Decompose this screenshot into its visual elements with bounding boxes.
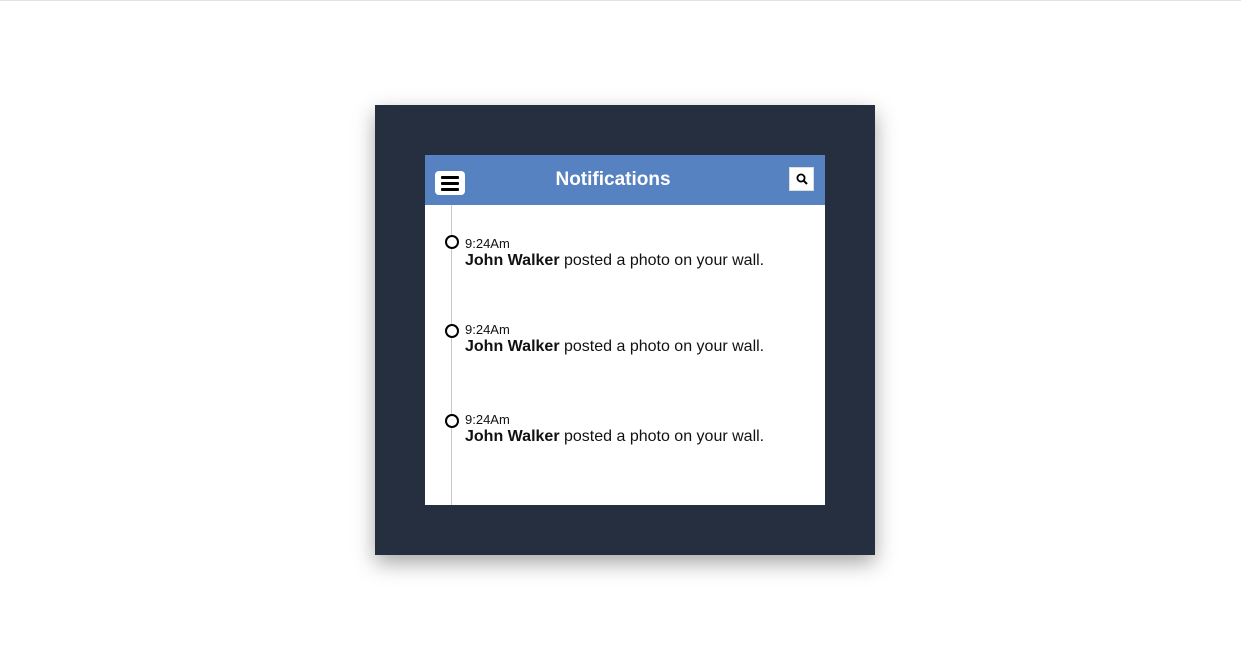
notification-text: John Walker posted a photo on your wall. bbox=[465, 338, 764, 356]
notification-action: posted a photo on your wall. bbox=[559, 252, 765, 269]
timeline-line bbox=[451, 205, 452, 505]
page-title: Notifications bbox=[555, 169, 671, 190]
notification-user-name: John Walker bbox=[465, 338, 560, 355]
timeline-dot-icon bbox=[445, 414, 459, 428]
search-button[interactable] bbox=[789, 167, 814, 191]
notification-text: John Walker posted a photo on your wall. bbox=[465, 252, 764, 270]
header-bar: Notifications bbox=[425, 155, 825, 205]
search-icon bbox=[796, 173, 808, 185]
notification-user-name: John Walker bbox=[465, 252, 560, 269]
notifications-card: Notifications 9:24Am John Walker posted … bbox=[425, 155, 825, 505]
notification-time: 9:24Am bbox=[465, 412, 510, 427]
timeline-dot-icon bbox=[445, 235, 459, 249]
page-top-border bbox=[0, 0, 1241, 1]
device-frame: Notifications 9:24Am John Walker posted … bbox=[375, 105, 875, 555]
notification-action: posted a photo on your wall. bbox=[559, 338, 765, 355]
notification-time: 9:24Am bbox=[465, 322, 510, 337]
notification-text: John Walker posted a photo on your wall. bbox=[465, 428, 764, 446]
timeline-dot-icon bbox=[445, 324, 459, 338]
notification-action: posted a photo on your wall. bbox=[559, 428, 765, 445]
notification-user-name: John Walker bbox=[465, 428, 560, 445]
notification-time: 9:24Am bbox=[465, 236, 510, 251]
